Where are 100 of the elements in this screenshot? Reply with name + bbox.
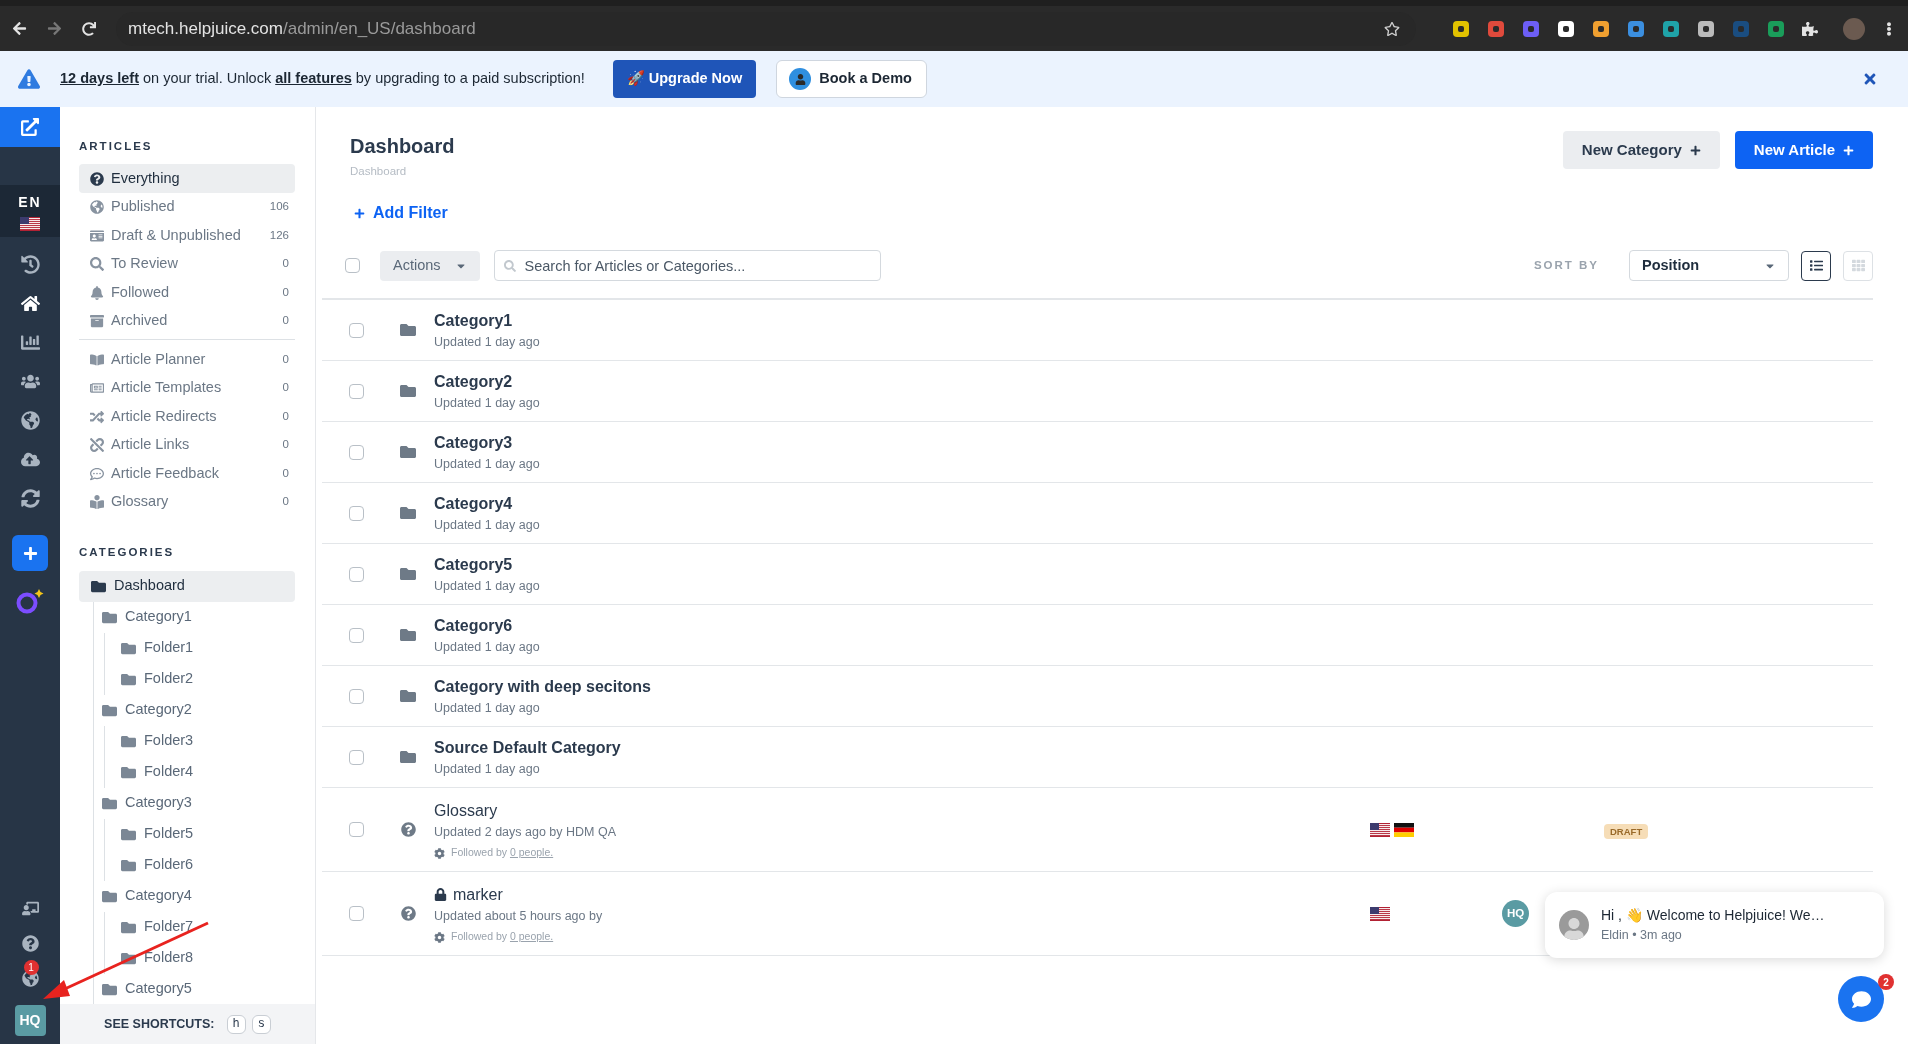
category-item[interactable]: Folder5	[117, 818, 295, 850]
article-filter-item[interactable]: Published 106	[79, 192, 295, 222]
category-item[interactable]: Folder3	[117, 725, 295, 757]
row-checkbox[interactable]	[349, 822, 364, 838]
folder-icon	[121, 640, 136, 656]
folder-icon	[121, 764, 136, 780]
banner-link[interactable]: 12 days left	[60, 70, 139, 87]
row-title[interactable]: Category1	[434, 308, 513, 333]
article-filter-item[interactable]: Glossary 0	[79, 487, 295, 517]
history-icon[interactable]	[20, 255, 40, 274]
new-category-button[interactable]: New Category	[1562, 131, 1720, 169]
folder-icon	[121, 857, 136, 873]
row-title[interactable]: Source Default Category	[434, 735, 621, 760]
article-filter-item[interactable]: Article Templates 0	[79, 373, 295, 403]
shortcut-key[interactable]: h	[226, 1014, 246, 1034]
search-field[interactable]: Search for Articles or Categories...	[493, 250, 881, 282]
category-item[interactable]: Category1	[98, 601, 295, 633]
count-label: 126	[269, 227, 289, 243]
close-icon[interactable]	[1862, 71, 1878, 87]
extension-icon[interactable]	[1697, 19, 1715, 38]
row-title[interactable]: Category3	[434, 430, 513, 455]
globe-icon[interactable]	[20, 411, 40, 430]
question-icon	[400, 822, 416, 838]
reload-icon[interactable]	[82, 21, 96, 36]
category-item[interactable]: Category2	[98, 694, 295, 726]
row-checkbox[interactable]	[349, 505, 364, 521]
user-avatar[interactable]: HQ	[14, 1005, 46, 1036]
category-item[interactable]: Folder8	[117, 942, 295, 974]
article-filter-item[interactable]: Archived 0	[79, 306, 295, 336]
banner-link[interactable]: all features	[275, 70, 352, 87]
row-checkbox[interactable]	[349, 688, 364, 704]
row-checkbox[interactable]	[349, 383, 364, 399]
chat-icon	[1851, 989, 1871, 1009]
article-filter-item[interactable]: Everything	[79, 164, 295, 193]
category-item[interactable]: Folder7	[117, 911, 295, 943]
back-icon[interactable]	[12, 21, 27, 36]
category-item[interactable]: Folder2	[117, 663, 295, 695]
article-filter-item[interactable]: Article Links 0	[79, 430, 295, 460]
row-checkbox[interactable]	[349, 444, 364, 460]
article-filter-item[interactable]: Draft & Unpublished 126	[79, 221, 295, 250]
category-item[interactable]: Category4	[98, 880, 295, 912]
category-item[interactable]: Category3	[98, 787, 295, 819]
presentation-icon[interactable]	[21, 900, 39, 917]
home-icon[interactable]	[20, 294, 40, 313]
extension-icon[interactable]	[1452, 19, 1470, 38]
count-label: 0	[282, 351, 289, 367]
actions-dropdown[interactable]: Actions	[380, 250, 480, 281]
row-title[interactable]: Glossary	[434, 798, 498, 823]
chat-launcher-button[interactable]	[1838, 976, 1884, 1022]
chat-message-popup[interactable]: Hi , 👋 Welcome to Helpjuice! We… Eldin • 3m ago	[1545, 892, 1884, 958]
category-item[interactable]: Folder6	[117, 849, 295, 881]
question-icon	[400, 906, 416, 922]
row-title[interactable]: Category2	[434, 369, 513, 394]
german-flag-icon	[1394, 822, 1414, 837]
row-checkbox[interactable]	[349, 627, 364, 643]
upgrade-now-button[interactable]: 🚀 Upgrade Now	[612, 60, 757, 98]
open-site-button[interactable]	[0, 107, 60, 147]
sort-dropdown[interactable]: Position	[1629, 250, 1789, 282]
followed-text: Followed by 0 people.	[451, 929, 554, 945]
count-label: 0	[282, 494, 289, 510]
bookmark-star-icon[interactable]	[1384, 20, 1400, 37]
shortcut-key[interactable]: s	[251, 1014, 271, 1034]
row-title[interactable]: marker	[453, 882, 503, 907]
row-checkbox[interactable]	[349, 906, 364, 922]
cloud-upload-icon[interactable]	[20, 450, 40, 469]
article-filter-item[interactable]: To Review 0	[79, 249, 295, 279]
add-button[interactable]	[12, 535, 48, 571]
warning-icon	[18, 68, 40, 90]
add-filter-link[interactable]: Add Filter	[354, 201, 448, 226]
article-filter-item[interactable]: Followed 0	[79, 278, 295, 307]
us-flag-icon	[1370, 906, 1390, 921]
category-item[interactable]: Folder1	[117, 632, 295, 664]
category-item[interactable]: Folder4	[117, 756, 295, 788]
row-title[interactable]: Category6	[434, 613, 513, 638]
extension-icon[interactable]	[1592, 19, 1610, 38]
row-title[interactable]: Category with deep secitons	[434, 674, 651, 699]
article-filter-item[interactable]: Article Feedback 0	[79, 459, 295, 488]
extensions-icon[interactable]	[1802, 20, 1818, 37]
ai-ring-icon[interactable]	[15, 587, 45, 615]
row-title[interactable]: Category4	[434, 491, 513, 516]
row-checkbox[interactable]	[349, 749, 364, 765]
plus-icon	[1689, 144, 1701, 156]
article-filter-item[interactable]: Article Planner 0	[79, 345, 295, 374]
users-icon[interactable]	[20, 372, 40, 391]
row-checkbox[interactable]	[349, 322, 364, 338]
help-icon[interactable]	[21, 935, 39, 952]
category-item[interactable]: Category5	[98, 973, 295, 1004]
sync-icon[interactable]	[20, 489, 40, 508]
article-filter-item[interactable]: Article Redirects 0	[79, 402, 295, 431]
list-view-button[interactable]	[1801, 250, 1831, 281]
bar-chart-icon[interactable]	[20, 333, 40, 352]
row-checkbox[interactable]	[349, 566, 364, 582]
row-title[interactable]: Category5	[434, 552, 513, 577]
extension-icon[interactable]	[1557, 19, 1575, 38]
forward-icon[interactable]	[47, 21, 62, 36]
book-demo-button[interactable]: Book a Demo	[776, 60, 927, 98]
select-all-checkbox[interactable]	[345, 258, 360, 274]
category-item[interactable]: Dashboard	[79, 570, 295, 602]
new-article-button[interactable]: New Article	[1734, 131, 1873, 169]
language-switch[interactable]: EN	[0, 185, 60, 237]
